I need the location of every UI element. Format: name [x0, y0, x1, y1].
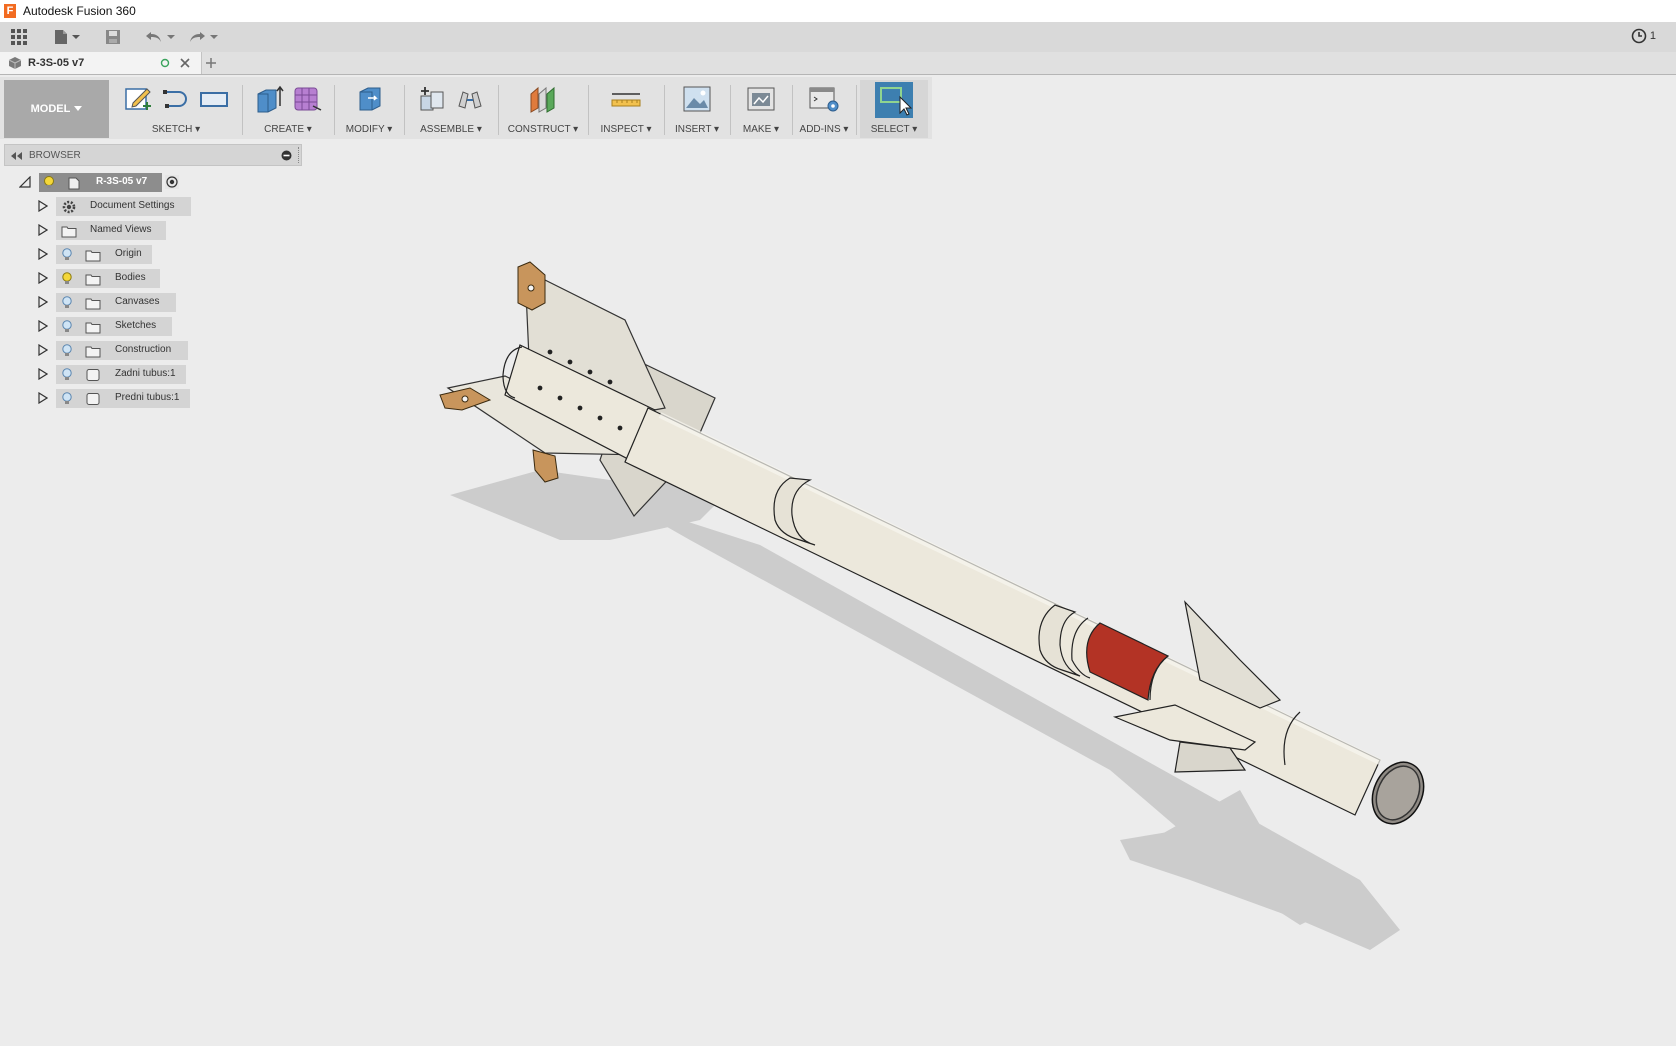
- title-bar: F Autodesk Fusion 360: [0, 0, 1676, 22]
- fusion-logo-icon: F: [4, 4, 16, 18]
- close-icon[interactable]: [180, 58, 190, 68]
- job-status-count: 1: [1649, 30, 1656, 42]
- data-panel-button[interactable]: [10, 27, 28, 47]
- chevron-down-icon: [167, 35, 175, 39]
- document-tab[interactable]: R-3S-05 v7: [0, 52, 202, 74]
- undo-button[interactable]: [145, 27, 176, 47]
- chevron-down-icon: [210, 35, 218, 39]
- document-tab-label: R-3S-05 v7: [28, 57, 85, 69]
- 3d-viewport[interactable]: [0, 74, 1676, 1046]
- window-title: Autodesk Fusion 360: [23, 4, 136, 18]
- chevron-down-icon: [72, 35, 80, 39]
- redo-icon: [190, 32, 205, 42]
- grid-apps-icon: [11, 29, 27, 45]
- save-icon: [106, 30, 120, 44]
- new-tab-plus-icon[interactable]: [205, 57, 217, 69]
- file-icon: [55, 30, 67, 44]
- redo-button[interactable]: [188, 27, 219, 47]
- missile-body: [624, 407, 1382, 816]
- file-menu-button[interactable]: [54, 27, 81, 47]
- save-button[interactable]: [105, 27, 121, 47]
- job-status-button[interactable]: 1: [1631, 28, 1656, 44]
- document-tab-bar: R-3S-05 v7: [0, 52, 1676, 75]
- clock-icon: [1631, 28, 1647, 44]
- quick-access-bar: 1: [0, 22, 1676, 53]
- component-icon: [8, 57, 22, 69]
- unsaved-circle-icon: [160, 58, 170, 68]
- undo-icon: [146, 32, 161, 42]
